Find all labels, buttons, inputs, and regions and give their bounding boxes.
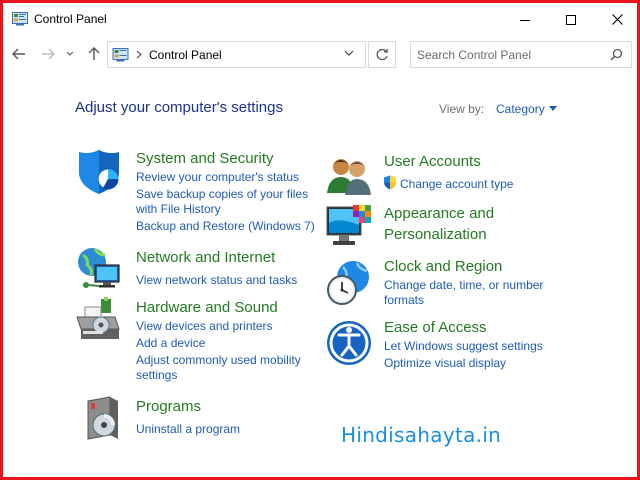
view-by-value: Category: [496, 102, 545, 116]
watermark-text: Hindisahayta.in: [341, 423, 502, 447]
address-bar[interactable]: Control Panel: [107, 41, 366, 68]
backup-restore-link[interactable]: Backup and Restore (Windows 7): [136, 219, 315, 234]
optimize-display-link[interactable]: Optimize visual display: [384, 356, 506, 371]
file-history-link[interactable]: Save backup copies of your files: [136, 187, 308, 202]
shield-icon[interactable]: [75, 148, 123, 196]
close-icon: [611, 14, 623, 25]
appearance-link[interactable]: Appearance and: [384, 205, 494, 222]
control-panel-icon: [112, 48, 129, 62]
close-button[interactable]: [594, 6, 640, 33]
view-by-dropdown[interactable]: Category: [496, 102, 557, 116]
date-time-formats-link-line2[interactable]: formats: [384, 293, 424, 308]
network-globe-icon[interactable]: [75, 245, 123, 293]
user-accounts-link[interactable]: User Accounts: [384, 153, 481, 170]
maximize-icon: [566, 14, 576, 25]
minimize-icon: [520, 19, 530, 21]
review-status-link[interactable]: Review your computer's status: [136, 170, 299, 185]
breadcrumb-control-panel[interactable]: Control Panel: [149, 48, 222, 62]
date-time-formats-link[interactable]: Change date, time, or number: [384, 278, 543, 293]
arrow-right-icon: [42, 48, 55, 60]
search-input[interactable]: [417, 46, 602, 64]
user-accounts-icon[interactable]: [325, 153, 373, 201]
suggest-settings-link[interactable]: Let Windows suggest settings: [384, 339, 543, 354]
clock-globe-icon[interactable]: [325, 259, 373, 307]
window-title: Control Panel: [34, 12, 107, 26]
search-icon[interactable]: [610, 48, 623, 61]
title-bar[interactable]: Control Panel: [6, 6, 640, 33]
clock-region-link[interactable]: Clock and Region: [384, 258, 502, 275]
appearance-icon[interactable]: [325, 203, 373, 251]
uninstall-program-link[interactable]: Uninstall a program: [136, 422, 240, 437]
system-security-link[interactable]: System and Security: [136, 150, 274, 167]
caret-down-icon: [548, 106, 557, 111]
minimize-button[interactable]: [502, 6, 548, 33]
control-panel-icon: [12, 12, 28, 26]
mobility-settings-link[interactable]: Adjust commonly used mobility: [136, 353, 301, 368]
programs-link[interactable]: Programs: [136, 398, 201, 415]
network-status-link[interactable]: View network status and tasks: [136, 273, 297, 288]
uac-shield-icon: [384, 175, 396, 190]
chevron-down-icon: [66, 51, 74, 56]
search-box[interactable]: [410, 41, 632, 68]
ease-of-access-icon[interactable]: [325, 319, 373, 367]
back-button[interactable]: [8, 43, 30, 65]
change-account-type-link[interactable]: Change account type: [400, 177, 513, 192]
forward-button[interactable]: [37, 43, 59, 65]
network-internet-link[interactable]: Network and Internet: [136, 249, 275, 266]
view-by-label: View by:: [439, 102, 485, 116]
refresh-button[interactable]: [368, 41, 396, 68]
ease-of-access-link[interactable]: Ease of Access: [384, 319, 487, 336]
breadcrumb-chevron-icon[interactable]: [136, 50, 142, 59]
arrow-up-icon: [88, 47, 100, 60]
up-button[interactable]: [83, 43, 105, 65]
add-device-link[interactable]: Add a device: [136, 336, 205, 351]
page-title: Adjust your computer's settings: [75, 99, 283, 116]
devices-printers-link[interactable]: View devices and printers: [136, 319, 273, 334]
mobility-settings-link-line2[interactable]: settings: [136, 368, 177, 383]
chevron-down-icon[interactable]: [344, 49, 354, 57]
maximize-button[interactable]: [548, 6, 594, 33]
window-frame: Control Panel Control Panel Search Contr…: [0, 0, 640, 480]
personalization-link[interactable]: Personalization: [384, 226, 487, 243]
recent-locations-button[interactable]: [63, 43, 77, 65]
arrow-left-icon: [12, 48, 25, 60]
refresh-icon: [376, 48, 388, 61]
file-history-link-line2[interactable]: with File History: [136, 202, 221, 217]
printer-icon[interactable]: [75, 297, 123, 345]
hardware-sound-link[interactable]: Hardware and Sound: [136, 299, 278, 316]
programs-icon[interactable]: [80, 395, 128, 443]
